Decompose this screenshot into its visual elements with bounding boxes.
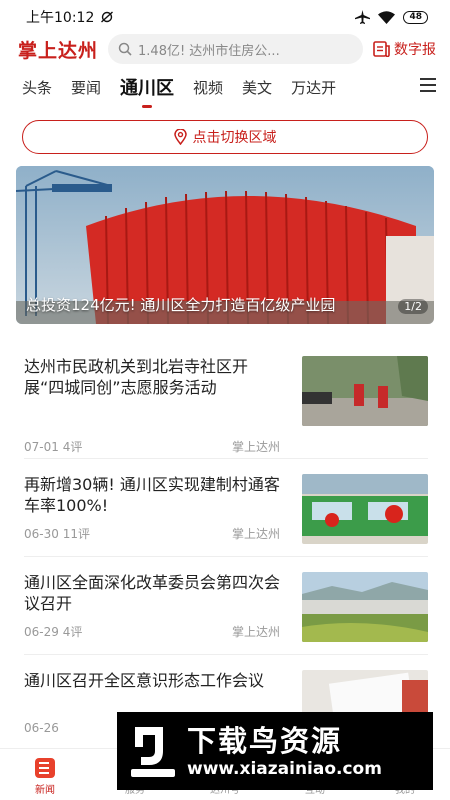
bird-logo-icon [131, 727, 175, 777]
tab-headlines[interactable]: 头条 [22, 77, 52, 98]
news-source: 掌上达州 [231, 527, 280, 541]
search-icon [118, 42, 132, 56]
switch-region-label: 点击切换区域 [192, 130, 277, 146]
news-title: 通川区召开全区意识形态工作会议 [24, 671, 265, 690]
news-thumbnail [302, 356, 428, 426]
news-comments: 11评 [62, 527, 90, 541]
news-title: 达州市民政机关到北岩寺社区开展“四城同创”志愿服务活动 [24, 357, 249, 397]
status-bar: 上午10:12 48 [0, 0, 450, 34]
nav-news[interactable]: 新闻 [0, 749, 90, 800]
news-meta: 07-01 4评 掌上达州 [24, 438, 280, 455]
channel-menu-icon[interactable] [420, 78, 436, 96]
news-icon [35, 758, 55, 778]
banner-pager: 1/2 [398, 299, 428, 314]
wifi-icon [378, 10, 396, 24]
tab-video[interactable]: 视频 [193, 77, 223, 98]
news-title: 通川区全面深化改革委员会第四次会议召开 [24, 573, 281, 613]
airplane-icon [355, 10, 371, 24]
news-source: 掌上达州 [231, 440, 280, 454]
search-box[interactable]: 1.48亿! 达州市住房公... [108, 34, 363, 64]
news-thumbnail [302, 572, 428, 642]
search-placeholder: 1.48亿! 达州市住房公... [138, 43, 280, 59]
status-time: 上午10:12 [26, 10, 95, 26]
news-item[interactable]: 通川区全面深化改革委员会第四次会议召开 06-29 4评 掌上达州 [24, 572, 428, 672]
news-date: 06-29 [24, 625, 59, 639]
location-pin-icon [173, 129, 187, 145]
top-bar: 掌上达州 1.48亿! 达州市住房公... 数字报 [0, 34, 450, 64]
watermark-url: www.xiazainiao.com [187, 759, 382, 779]
news-divider [24, 654, 428, 655]
news-comments: 4评 [62, 440, 83, 454]
battery-indicator: 48 [403, 10, 428, 24]
tab-wandakai[interactable]: 万达开 [291, 77, 336, 98]
news-meta: 06-30 11评 掌上达州 [24, 525, 280, 542]
news-divider [24, 458, 428, 459]
newspaper-icon [373, 41, 390, 57]
news-item[interactable]: 再新增30辆! 通川区实现建制村通客车率100%! 06-30 11评 掌上达州 [24, 474, 428, 574]
news-source: 掌上达州 [231, 625, 280, 639]
watermark-overlay: 下载鸟资源 www.xiazainiao.com [117, 712, 433, 790]
tab-news[interactable]: 要闻 [71, 77, 101, 98]
news-meta: 06-29 4评 掌上达州 [24, 623, 280, 640]
switch-region-button[interactable]: 点击切换区域 [22, 120, 428, 154]
tab-essays[interactable]: 美文 [242, 77, 272, 98]
watermark-title: 下载鸟资源 [187, 724, 343, 758]
nav-label: 新闻 [35, 785, 55, 796]
news-divider [24, 556, 428, 557]
channel-tabs: 头条 要闻 通川区 视频 美文 万达开 [0, 64, 450, 110]
banner-carousel[interactable]: 总投资124亿元! 通川区全力打造百亿级产业园 1/2 [16, 166, 434, 324]
epaper-label: 数字报 [394, 42, 436, 58]
tab-tongchuan[interactable]: 通川区 [120, 74, 174, 108]
news-date: 07-01 [24, 440, 59, 454]
news-item[interactable]: 达州市民政机关到北岩寺社区开展“四城同创”志愿服务活动 07-01 4评 掌上达… [24, 356, 428, 456]
epaper-button[interactable]: 数字报 [373, 39, 436, 59]
news-date: 06-26 [24, 721, 59, 735]
mute-icon [101, 11, 114, 23]
news-date: 06-30 [24, 527, 59, 541]
news-title: 再新增30辆! 通川区实现建制村通客车率100%! [24, 475, 280, 515]
banner-caption: 总投资124亿元! 通川区全力打造百亿级产业园 [26, 296, 336, 314]
app-logo: 掌上达州 [18, 39, 99, 62]
news-thumbnail [302, 474, 428, 544]
news-comments: 4评 [62, 625, 83, 639]
